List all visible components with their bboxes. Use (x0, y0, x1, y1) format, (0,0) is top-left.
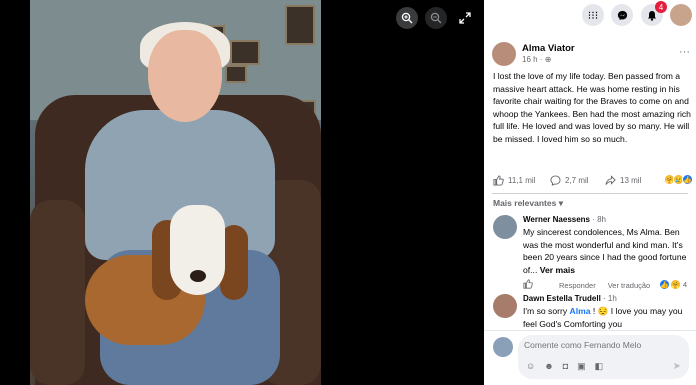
author-avatar[interactable] (492, 42, 516, 66)
comment-text-before: I'm so sorry (523, 306, 570, 316)
comment-reaction-count: 4 (682, 280, 687, 289)
sticker-icon[interactable]: ◧ (595, 361, 604, 372)
comment-reactions[interactable]: 👍 🤗 4 (658, 279, 687, 290)
commenter-name-label: Dawn Estella Trudell (523, 294, 601, 303)
man-face (148, 30, 222, 122)
like-icon (493, 175, 504, 186)
comment-composer: ☺ ☻ ◘ ▣ ◧ ➤ (484, 330, 696, 385)
composer-tools: ☺ ☻ ◘ ▣ ◧ (526, 361, 603, 372)
comment-action[interactable]: 2,7 mil (550, 175, 589, 186)
notifications-button[interactable]: 4 (641, 1, 667, 26)
care-reaction-icon: 🤗 (669, 279, 681, 290)
comment-box[interactable]: ☺ ☻ ◘ ▣ ◧ ➤ (518, 335, 689, 379)
profile-avatar[interactable] (670, 4, 692, 26)
share-action[interactable]: 13 mil (605, 175, 641, 186)
divider (492, 193, 688, 194)
chevron-down-icon: ▾ (558, 198, 563, 208)
like-icon[interactable] (523, 279, 533, 291)
photo-frame (225, 65, 247, 83)
menu-button[interactable]: ⁝⁝⁝ (582, 4, 604, 26)
translate-link[interactable]: Ver tradução (608, 281, 651, 290)
messenger-icon (617, 10, 627, 20)
comment-actions: Responder Ver tradução (523, 279, 650, 291)
comment-time: · 8h (590, 215, 607, 224)
top-bar: ⁝⁝⁝ 4 (484, 0, 696, 30)
grid-menu-icon: ⁝⁝⁝ (587, 9, 599, 22)
fullscreen-icon (459, 12, 471, 24)
zoom-out-button[interactable] (425, 7, 447, 29)
post-header: Alma Viator 16 h · ⊕ ··· (492, 42, 692, 68)
more-icon: ··· (679, 46, 690, 58)
zoom-in-icon (401, 12, 413, 24)
like-reaction-icon: 👍 (658, 279, 670, 290)
send-icon[interactable]: ➤ (673, 361, 681, 372)
share-icon (605, 175, 616, 185)
commenter-avatar[interactable] (493, 294, 517, 318)
author-name[interactable]: Alma Viator (522, 43, 575, 54)
avatar-sticker-icon[interactable]: ☺ (526, 361, 535, 372)
comment-input[interactable] (524, 340, 674, 350)
zoom-out-icon (430, 12, 442, 24)
post-sidebar: ⁝⁝⁝ 4 Alma Viator 16 h · ⊕ ··· I lost th… (484, 0, 696, 385)
post-text: I lost the love of my life today. Ben pa… (493, 71, 691, 144)
post-stats: 11,1 mil 2,7 mil 13 mil 🤗 😢 👍 (493, 174, 693, 189)
likes-count: 11,1 mil (508, 176, 536, 185)
more-options-button[interactable]: ··· (679, 46, 690, 58)
camera-icon[interactable]: ◘ (563, 361, 568, 372)
like-action[interactable]: 11,1 mil (493, 175, 535, 186)
reply-link[interactable]: Responder (559, 281, 596, 290)
post-time[interactable]: 16 h · ⊕ (522, 55, 551, 64)
post-photo[interactable] (30, 0, 321, 385)
zoom-in-button[interactable] (396, 7, 418, 29)
comment-sort-label: Mais relevantes (493, 198, 557, 208)
like-reaction-icon: 👍 (682, 174, 693, 185)
commenter-name-label: Werner Naessens (523, 215, 590, 224)
comment-text: I'm so sorry Alma ! 😔 I love you may you… (523, 305, 693, 330)
gif-icon[interactable]: ▣ (577, 361, 586, 372)
armchair-arm (30, 200, 85, 385)
comment-item: Werner Naessens · 8h My sincerest condol… (493, 215, 693, 295)
dog-nose (190, 270, 206, 282)
see-more-link[interactable]: Ver mais (540, 265, 575, 275)
post-time-label: 16 h · (522, 55, 545, 64)
photo-frame (285, 5, 315, 45)
comment-icon (550, 175, 561, 186)
mention-link[interactable]: Alma (570, 306, 591, 316)
globe-icon: ⊕ (544, 55, 552, 64)
comments-count: 2,7 mil (565, 176, 589, 185)
shares-count: 13 mil (620, 176, 642, 185)
current-user-avatar (493, 337, 513, 357)
notifications-badge: 4 (655, 1, 667, 13)
reactions-summary[interactable]: 🤗 😢 👍 (664, 174, 693, 185)
commenter-name[interactable]: Dawn Estella Trudell · 1h (523, 294, 617, 303)
photo-frame (230, 40, 260, 65)
comment-time: · 1h (600, 294, 617, 303)
comment-sort-dropdown[interactable]: Mais relevantes ▾ (493, 198, 563, 209)
commenter-name[interactable]: Werner Naessens · 8h (523, 215, 606, 224)
photo-viewer (0, 0, 484, 385)
messenger-button[interactable] (611, 4, 633, 26)
emoji-icon[interactable]: ☻ (544, 361, 553, 372)
comment-text: My sincerest condolences, Ms Alma. Ben w… (523, 226, 693, 276)
comment-item: Dawn Estella Trudell · 1h I'm so sorry A… (493, 294, 693, 330)
commenter-avatar[interactable] (493, 215, 517, 239)
bell-icon (648, 10, 656, 21)
fullscreen-button[interactable] (454, 7, 476, 29)
